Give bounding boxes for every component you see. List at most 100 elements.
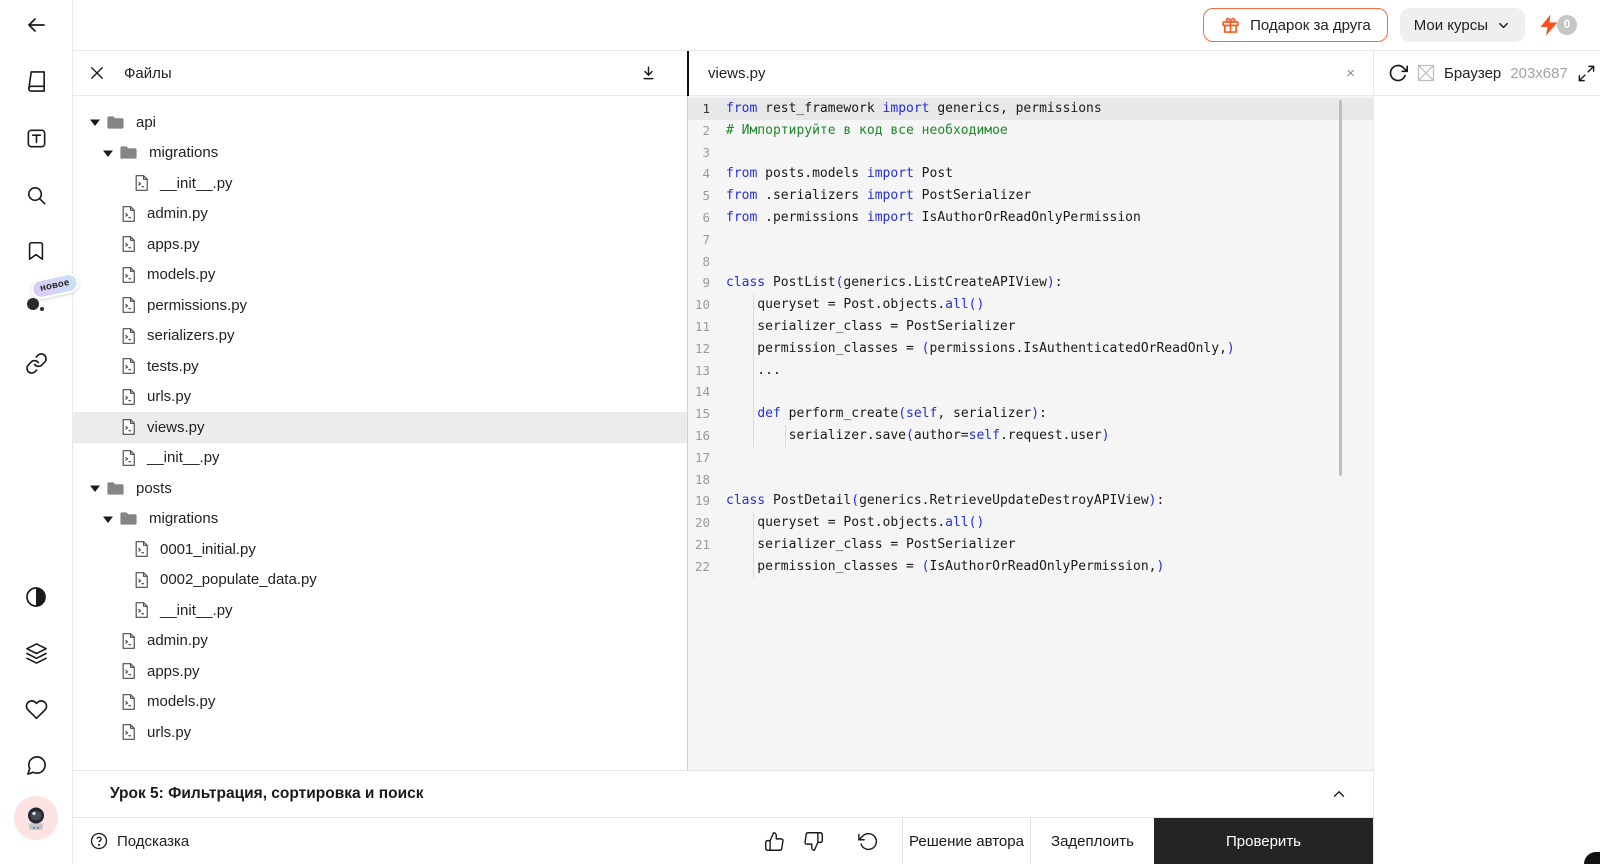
tree-item-__init__.py[interactable]: __init__.py (73, 168, 687, 199)
code-line-19[interactable]: 19 class PostDetail(generics.RetrieveUpda… (688, 490, 1373, 512)
thumbs-up-icon[interactable] (755, 818, 794, 864)
my-courses-label: Мои курсы (1413, 16, 1488, 34)
code-line-22[interactable]: 22 permission_classes = (IsAuthorOrReadO… (688, 555, 1373, 578)
tree-item-models.py[interactable]: models.py (73, 260, 687, 291)
tree-item-0001_initial.py[interactable]: 0001_initial.py (73, 534, 687, 565)
files-panel-header: Файлы (73, 51, 687, 96)
line-number: 5 (702, 188, 710, 204)
line-number: 8 (702, 253, 710, 269)
expand-icon[interactable] (1577, 64, 1596, 83)
bookmark-icon[interactable] (23, 238, 49, 264)
tree-item-views.py[interactable]: views.py (73, 412, 687, 443)
line-number: 16 (694, 427, 710, 443)
tree-item-0002_populate_data.py[interactable]: 0002_populate_data.py (73, 565, 687, 596)
refresh-icon[interactable] (1388, 63, 1408, 83)
close-tab-icon[interactable]: × (1342, 62, 1359, 85)
python-file-icon (120, 296, 137, 314)
code-line-17[interactable]: 17 (688, 447, 1373, 469)
tree-item-apps.py[interactable]: apps.py (73, 656, 687, 687)
code-line-21[interactable]: 21 serializer_class = PostSerializer (688, 533, 1373, 556)
code-line-20[interactable]: 20 queryset = Post.objects.all() (688, 512, 1373, 534)
code-lines: 1 from rest_framework import generics, pe… (688, 98, 1373, 578)
tree-item-urls.py[interactable]: urls.py (73, 717, 687, 748)
code-line-9[interactable]: 9 class PostList(generics.ListCreateAPIVi… (688, 272, 1373, 294)
tree-item-posts[interactable]: posts (73, 473, 687, 504)
browser-viewport[interactable] (1374, 96, 1600, 864)
close-files-icon[interactable] (88, 64, 106, 82)
tree-item-api[interactable]: api (73, 107, 687, 138)
ai-new-icon[interactable]: новое (23, 271, 81, 314)
python-file-icon (120, 723, 137, 741)
tree-item-serializers.py[interactable]: serializers.py (73, 321, 687, 352)
line-number: 21 (694, 536, 710, 552)
tree-item-__init__.py[interactable]: __init__.py (73, 595, 687, 626)
tree-item-permissions.py[interactable]: permissions.py (73, 290, 687, 321)
python-file-icon (120, 662, 137, 680)
deploy-button[interactable]: Задеплоить (1030, 818, 1154, 864)
reset-icon[interactable] (849, 818, 888, 864)
book-icon[interactable] (23, 68, 49, 94)
caret-down-icon (90, 483, 100, 493)
python-file-icon (133, 571, 150, 589)
editor-scrollbar[interactable] (1339, 100, 1342, 476)
tree-item-migrations[interactable]: migrations (73, 138, 687, 169)
tree-item-label: views.py (147, 418, 205, 436)
avatar[interactable] (14, 796, 58, 840)
code-line-3[interactable]: 3 (688, 142, 1373, 164)
code-line-6[interactable]: 6 from .permissions import IsAuthorOrRead… (688, 207, 1373, 229)
text-tool-icon[interactable] (23, 125, 49, 151)
code-line-16[interactable]: 16 serializer.save(author=self.request.u… (688, 424, 1373, 447)
collapse-lesson-icon[interactable] (1330, 785, 1348, 803)
back-icon[interactable] (23, 12, 49, 38)
line-number: 13 (694, 362, 710, 378)
tree-item-apps.py[interactable]: apps.py (73, 229, 687, 260)
code-line-12[interactable]: 12 permission_classes = (permissions.IsA… (688, 337, 1373, 360)
code-line-18[interactable]: 18 (688, 469, 1373, 491)
python-file-icon (120, 235, 137, 253)
editor-panel: views.py × 1 from rest_framework import g… (687, 51, 1373, 770)
search-icon[interactable] (23, 182, 49, 208)
check-button[interactable]: Проверить (1154, 818, 1373, 864)
code-line-8[interactable]: 8 (688, 251, 1373, 273)
tree-item-models.py[interactable]: models.py (73, 687, 687, 718)
layers-icon[interactable] (23, 640, 49, 666)
code-line-13[interactable]: 13 ... (688, 359, 1373, 382)
code-line-5[interactable]: 5 from .serializers import PostSerializer (688, 185, 1373, 207)
tree-item-urls.py[interactable]: urls.py (73, 382, 687, 413)
thumbs-down-icon[interactable] (794, 818, 833, 864)
tree-item-label: permissions.py (147, 296, 248, 314)
tree-item-admin.py[interactable]: admin.py (73, 626, 687, 657)
tree-item-label: apps.py (147, 235, 200, 253)
lightning-icon (1537, 13, 1561, 37)
tree-item-tests.py[interactable]: tests.py (73, 351, 687, 382)
heart-icon[interactable] (23, 696, 49, 722)
code-line-2[interactable]: 2 # Импортируйте в код все необходимое (688, 120, 1373, 142)
energy-indicator[interactable]: 0 (1537, 13, 1577, 37)
python-file-icon (133, 601, 150, 619)
tree-item-admin.py[interactable]: admin.py (73, 199, 687, 230)
link-icon[interactable] (23, 350, 49, 376)
tree-item-__init__.py[interactable]: __init__.py (73, 443, 687, 474)
code-line-4[interactable]: 4 from posts.models import Post (688, 163, 1373, 185)
code-editor[interactable]: 1 from rest_framework import generics, pe… (688, 96, 1373, 770)
code-line-1[interactable]: 1 from rest_framework import generics, pe… (688, 98, 1373, 120)
my-courses-button[interactable]: Мои курсы (1399, 8, 1525, 42)
tree-item-migrations[interactable]: migrations (73, 504, 687, 535)
chat-icon[interactable] (23, 752, 49, 778)
code-line-15[interactable]: 15 def perform_create(self, serializer): (688, 403, 1373, 425)
download-icon[interactable] (639, 64, 658, 83)
author-solution-button[interactable]: Решение автора (902, 818, 1030, 864)
hint-button[interactable]: Подсказка (73, 818, 205, 864)
code-line-11[interactable]: 11 serializer_class = PostSerializer (688, 315, 1373, 338)
browser-panel-header: Браузер 203x687 (1374, 51, 1600, 96)
code-line-7[interactable]: 7 (688, 229, 1373, 251)
tab-views-py[interactable]: views.py (708, 65, 766, 82)
contrast-icon[interactable] (23, 584, 49, 610)
code-line-10[interactable]: 10 queryset = Post.objects.all() (688, 294, 1373, 316)
line-number: 17 (694, 449, 710, 465)
workspace: Файлы api migrations __init__.py admin.py ap… (73, 51, 1373, 864)
folder-icon (106, 479, 125, 498)
code-line-14[interactable]: 14 (688, 381, 1373, 404)
gift-for-friend-button[interactable]: Подарок за друга (1203, 8, 1388, 42)
footer-toolbar: Подсказка Решение автора Задеплоить Пров… (73, 817, 1373, 864)
